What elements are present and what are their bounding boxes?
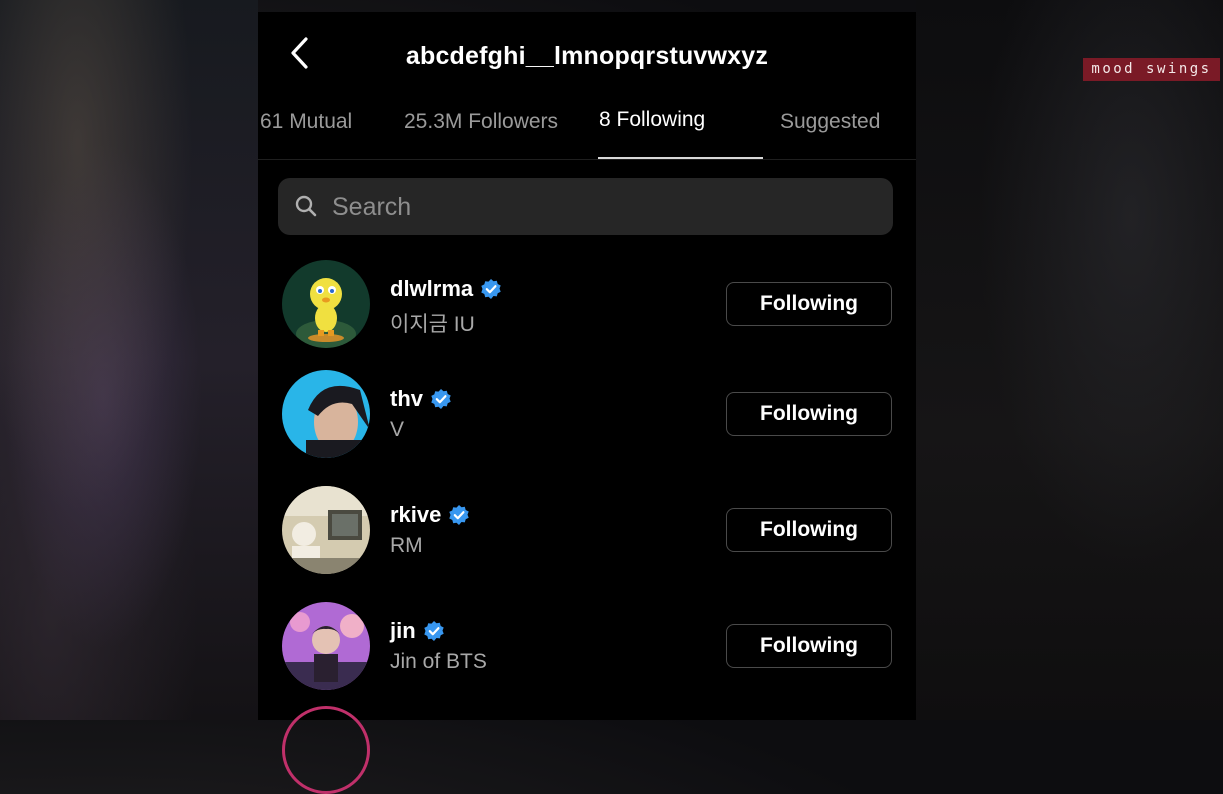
avatar[interactable] xyxy=(282,602,370,690)
username[interactable]: dlwlrma xyxy=(390,276,502,302)
verified-badge-icon xyxy=(481,279,501,299)
avatar[interactable] xyxy=(282,370,370,458)
avatar[interactable] xyxy=(282,486,370,574)
rkive-avatar-image xyxy=(282,486,370,574)
tab-divider xyxy=(258,159,916,160)
avatar[interactable] xyxy=(282,260,370,348)
search-icon xyxy=(295,195,317,217)
jin-avatar-image xyxy=(282,602,370,690)
blurred-background-right xyxy=(916,0,1223,720)
tweety-avatar-image xyxy=(282,260,370,348)
tab-followers[interactable]: 25.3M Followers xyxy=(404,110,558,134)
following-button[interactable]: Following xyxy=(726,392,892,436)
list-item[interactable]: rkive RM Following xyxy=(258,482,916,578)
tab-suggested[interactable]: Suggested xyxy=(780,110,880,134)
full-name: V xyxy=(390,418,405,441)
following-button[interactable]: Following xyxy=(726,282,892,326)
tab-bar: 61 Mutual 25.3M Followers 8 Following Su… xyxy=(258,108,916,160)
following-button[interactable]: Following xyxy=(726,624,892,668)
username[interactable]: rkive xyxy=(390,502,470,528)
watermark-label: mood swings xyxy=(1083,58,1220,81)
profile-username-title: abcdefghi__lmnopqrstuvwxyz xyxy=(405,42,769,70)
thv-avatar-image xyxy=(282,370,370,458)
full-name: RM xyxy=(390,534,423,557)
list-item[interactable]: thv V Following xyxy=(258,366,916,462)
list-item[interactable]: jin Jin of BTS Following xyxy=(258,598,916,694)
full-name: Jin of BTS xyxy=(390,650,487,673)
blurred-background-left xyxy=(0,0,258,720)
search-input[interactable] xyxy=(330,178,874,237)
full-name: 이지금 IU xyxy=(390,313,475,336)
verified-badge-icon xyxy=(423,621,444,641)
list-item[interactable]: dlwlrma 이지금 IU Following xyxy=(258,256,916,352)
verified-badge-icon xyxy=(449,505,470,525)
following-screen: abcdefghi__lmnopqrstuvwxyz 61 Mutual 25.… xyxy=(258,12,916,794)
verified-badge-icon xyxy=(431,389,451,409)
avatar[interactable] xyxy=(282,706,370,794)
following-button[interactable]: Following xyxy=(726,508,892,552)
search-bar[interactable] xyxy=(278,178,893,237)
username[interactable]: jin xyxy=(390,618,445,644)
username[interactable]: thv xyxy=(390,386,452,412)
tab-mutual[interactable]: 61 Mutual xyxy=(260,110,352,134)
tab-following[interactable]: 8 Following xyxy=(599,108,705,132)
